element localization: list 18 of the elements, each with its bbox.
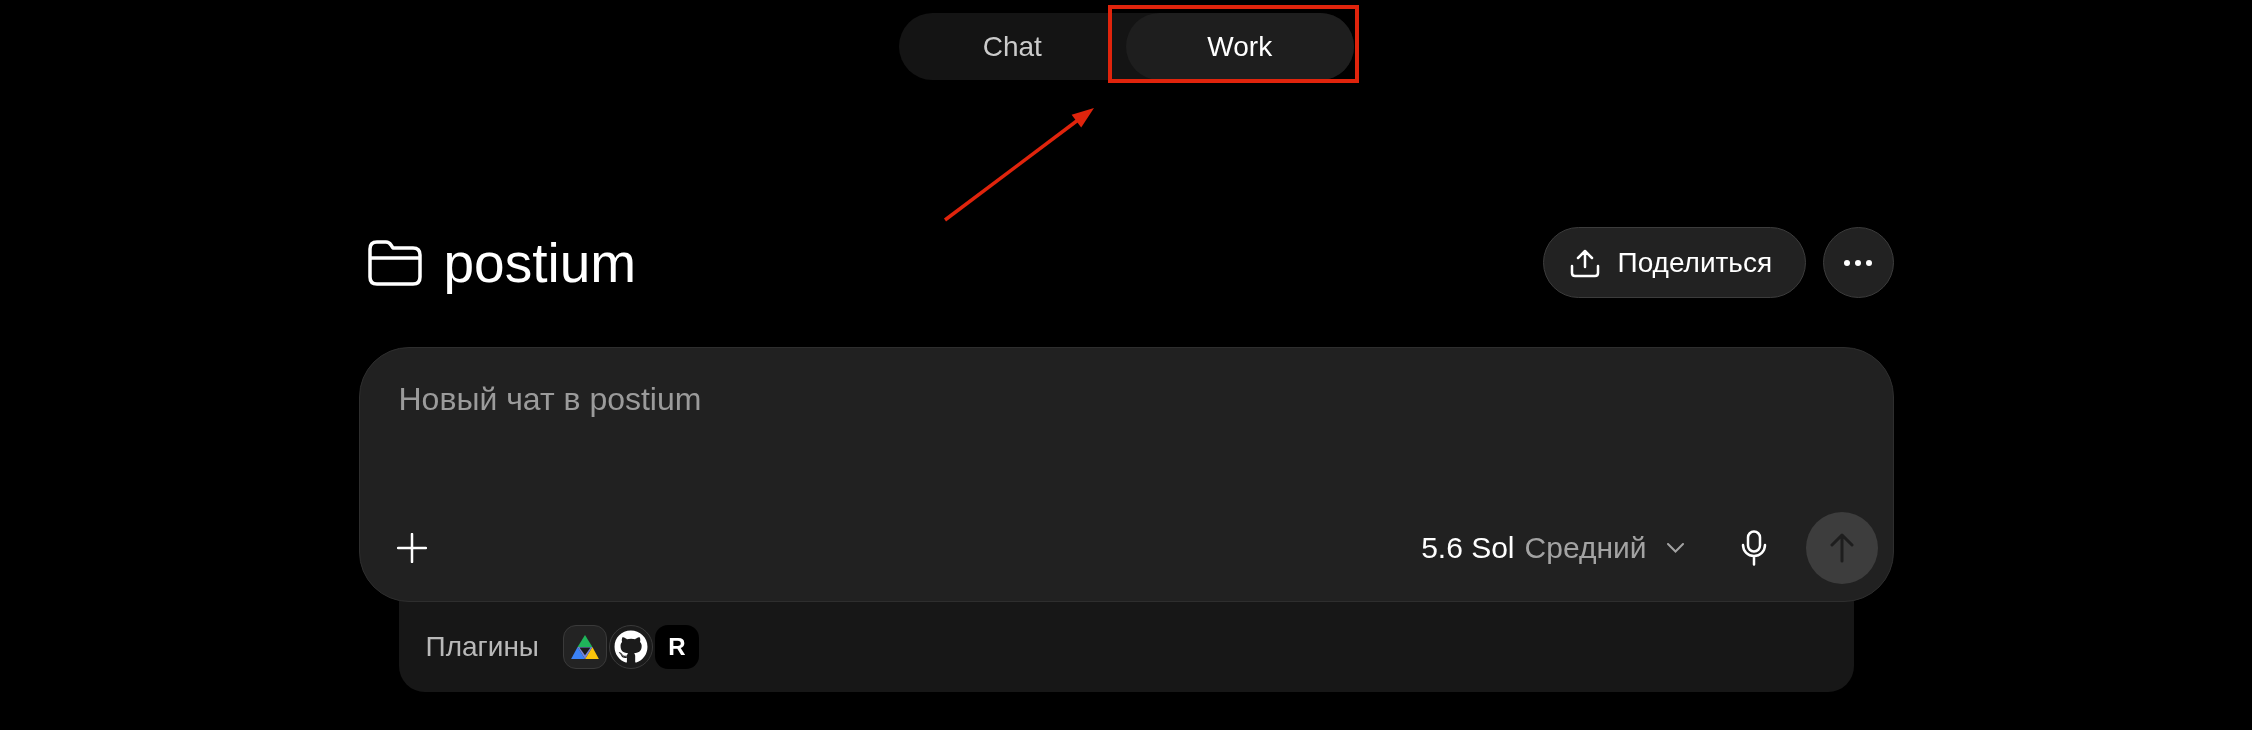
- mode-tab[interactable]: Chat: [898, 13, 1126, 80]
- microphone-icon[interactable]: [1740, 530, 1767, 566]
- folder-icon: [367, 239, 422, 286]
- triangle-logo-icon[interactable]: [563, 625, 607, 669]
- message-composer[interactable]: Новый чат в postium 5.6 Sol Средний: [358, 347, 1894, 602]
- message-input[interactable]: Новый чат в postium: [396, 374, 1878, 512]
- cat-logo-icon[interactable]: [609, 625, 653, 669]
- mode-tab[interactable]: Work: [1126, 13, 1354, 80]
- chevron-down-icon: [1666, 543, 1684, 553]
- monogram-logo-icon[interactable]: R: [655, 625, 699, 669]
- model-selector[interactable]: 5.6 Sol Средний: [1421, 531, 1684, 565]
- more-icon: [1844, 259, 1872, 266]
- plugins-label: Плагины: [425, 631, 539, 663]
- upload-icon: [1569, 247, 1600, 278]
- project-title: postium: [443, 230, 637, 296]
- plus-icon[interactable]: [396, 533, 427, 563]
- share-button[interactable]: Поделиться: [1542, 227, 1806, 298]
- arrow-up-icon: [1829, 533, 1854, 563]
